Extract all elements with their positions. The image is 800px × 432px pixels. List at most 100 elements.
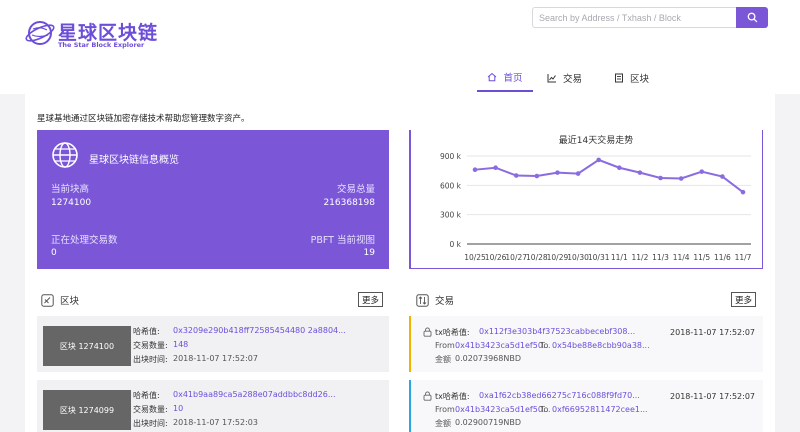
tx-amount: 0.02073968NBD <box>455 354 521 363</box>
tx-trend-chart-svg: 最近14天交易走势 0 k300 k600 k900 k 10/2510/261… <box>440 134 752 262</box>
block-time-label: 出块时间: <box>133 419 168 428</box>
tx-more-button[interactable]: 更多 <box>731 292 757 307</box>
lock-icon <box>423 327 432 337</box>
chart-y-tick-label: 0 k <box>450 240 462 249</box>
chart-x-tick-label: 11/1 <box>611 253 628 262</box>
chart-x-tick-label: 10/28 <box>526 253 548 262</box>
chart-point[interactable] <box>596 157 601 163</box>
globe-logo-icon <box>25 21 55 45</box>
block-tx-count[interactable]: 148 <box>173 340 188 349</box>
chart-x-tick-label: 11/6 <box>714 253 731 262</box>
tx-hash-link[interactable]: 0xa1f62cb38ed66275c716c088f9fd70... <box>479 391 640 400</box>
chart-point[interactable] <box>513 173 519 178</box>
chart-x-tick-label: 11/2 <box>632 253 649 262</box>
tx-row[interactable]: tx哈希值: 0xa1f62cb38ed66275c716c088f9fd70.… <box>409 380 763 432</box>
tx-to-link[interactable]: 0xf66952811472cee1... <box>552 405 648 414</box>
block-hash-link[interactable]: 0x3209e290b418ff72585454480 2a8804... <box>173 326 346 335</box>
pbft-view-value: 19 <box>363 248 375 258</box>
tx-status-bar <box>409 380 411 432</box>
chart-x-tick-label: 10/26 <box>485 253 507 262</box>
chart-x-tick-label: 10/30 <box>567 253 589 262</box>
block-badge[interactable]: 区块 1274100 <box>43 326 131 366</box>
pending-tx-value: 0 <box>51 248 57 258</box>
pbft-view-label: PBFT 当前视图 <box>310 235 375 246</box>
current-height-label: 当前块高 <box>51 184 90 195</box>
block-time: 2018-11-07 17:52:07 <box>173 354 258 363</box>
logo[interactable]: 星球区块链 The Star Block Explorer <box>24 16 157 56</box>
chart-point[interactable] <box>534 173 540 179</box>
blocks-panel-header: 区块 <box>41 290 79 310</box>
chart-x-tick-label: 11/3 <box>652 253 669 262</box>
brand-subtitle: The Star Block Explorer <box>58 41 145 49</box>
search-button[interactable] <box>736 7 768 28</box>
chart-y-tick-label: 900 k <box>440 152 462 161</box>
chart-point[interactable] <box>658 175 663 181</box>
current-height-value: 1274100 <box>51 198 92 208</box>
tx-to-label: To <box>540 405 549 414</box>
block-time: 2018-11-07 17:52:03 <box>173 418 258 427</box>
chart-x-tick-label: 10/29 <box>547 253 569 262</box>
block-badge[interactable]: 区块 1274099 <box>43 390 131 430</box>
tx-hash-link[interactable]: 0x112f3e303b4f37523cabbecebf308... <box>479 327 635 336</box>
tx-amount: 0.02900719NBD <box>455 418 521 427</box>
chart-y-tick-label: 600 k <box>440 181 462 190</box>
chart-point[interactable] <box>678 176 684 181</box>
nav-transactions-label: 交易 <box>563 74 583 85</box>
tx-amount-label: 金额 <box>435 355 451 364</box>
main-content: 星球基地通过区块链加密存储技术帮助您管理数字资产。 星球区块链信息概览 当前块高… <box>25 94 775 432</box>
tx-to-label: To <box>540 341 549 350</box>
tx-time: 2018-11-07 17:52:07 <box>670 328 755 337</box>
chart-point[interactable] <box>720 174 725 179</box>
nav-home-label: 首页 <box>503 73 523 84</box>
chart-x-tick-label: 10/31 <box>588 253 610 262</box>
list-icon <box>615 73 624 83</box>
chart-title: 最近14天交易走势 <box>559 134 633 146</box>
pending-tx-label: 正在处理交易数 <box>51 235 118 246</box>
tx-hash-label: tx哈希值: <box>435 392 470 401</box>
chart-point[interactable] <box>617 165 622 171</box>
tx-from-link[interactable]: 0x41b3423ca5d1ef50... <box>455 405 551 414</box>
top-bar: 星球区块链 The Star Block Explorer 首页 交易 <box>0 0 800 94</box>
lock-icon <box>423 391 432 401</box>
chart-y-tick-label: 300 k <box>440 211 462 220</box>
tx-trend-chart: 最近14天交易走势 0 k 300 k 600 k 900 k 10/25 10/26 1… <box>409 130 763 269</box>
cube-icon <box>41 293 54 307</box>
chart-point[interactable] <box>637 170 643 175</box>
chart-icon <box>547 74 556 83</box>
chart-x-tick-label: 10/27 <box>505 253 527 262</box>
chart-point[interactable] <box>555 170 560 175</box>
block-hash-link[interactable]: 0x41b9aa89ca5a288e07addbbc8dd26... <box>173 390 336 399</box>
nav-blocks-label: 区块 <box>630 74 650 85</box>
chart-x-tick-label: 11/7 <box>735 253 752 262</box>
chart-point[interactable] <box>472 167 478 172</box>
main-nav: 首页 交易 区块 <box>477 64 679 92</box>
tx-hash-label: tx哈希值: <box>435 328 470 337</box>
nav-blocks[interactable]: 区块 <box>612 64 651 92</box>
transfer-icon <box>416 293 429 307</box>
block-row[interactable]: 区块 1274099 哈希值: 0x41b9aa89ca5a288e07addb… <box>37 380 389 432</box>
chart-point[interactable] <box>699 169 705 174</box>
nav-transactions[interactable]: 交易 <box>545 64 584 92</box>
chart-x-tick-label: 10/25 <box>464 253 486 262</box>
tx-total-value: 216368198 <box>323 198 375 208</box>
overview-card: 星球区块链信息概览 当前块高 1274100 交易总量 216368198 正在… <box>37 130 389 269</box>
chart-point[interactable] <box>575 171 581 176</box>
block-row[interactable]: 区块 1274100 哈希值: 0x3209e290b418ff72585454… <box>37 316 389 372</box>
tx-to-link[interactable]: 0x54be88e8cbb90a38... <box>552 341 650 350</box>
hash-label: 哈希值: <box>133 391 160 400</box>
block-tx-count[interactable]: 10 <box>173 404 183 413</box>
tx-panel-title: 交易 <box>435 296 455 307</box>
search-bar <box>532 7 768 28</box>
intro-text: 星球基地通过区块链加密存储技术帮助您管理数字资产。 <box>37 114 250 124</box>
chart-point[interactable] <box>740 189 746 195</box>
chart-point[interactable] <box>493 165 498 171</box>
tx-row[interactable]: tx哈希值: 0x112f3e303b4f37523cabbecebf308..… <box>409 316 763 372</box>
chart-x-tick-label: 11/4 <box>673 253 690 262</box>
nav-home[interactable]: 首页 <box>477 64 533 92</box>
globe-icon <box>52 142 78 168</box>
tx-count-label: 交易数量: <box>133 341 168 350</box>
search-input[interactable] <box>532 7 737 28</box>
blocks-more-button[interactable]: 更多 <box>358 292 384 307</box>
tx-from-link[interactable]: 0x41b3423ca5d1ef50... <box>455 341 551 350</box>
blocks-panel-title: 区块 <box>60 296 80 307</box>
